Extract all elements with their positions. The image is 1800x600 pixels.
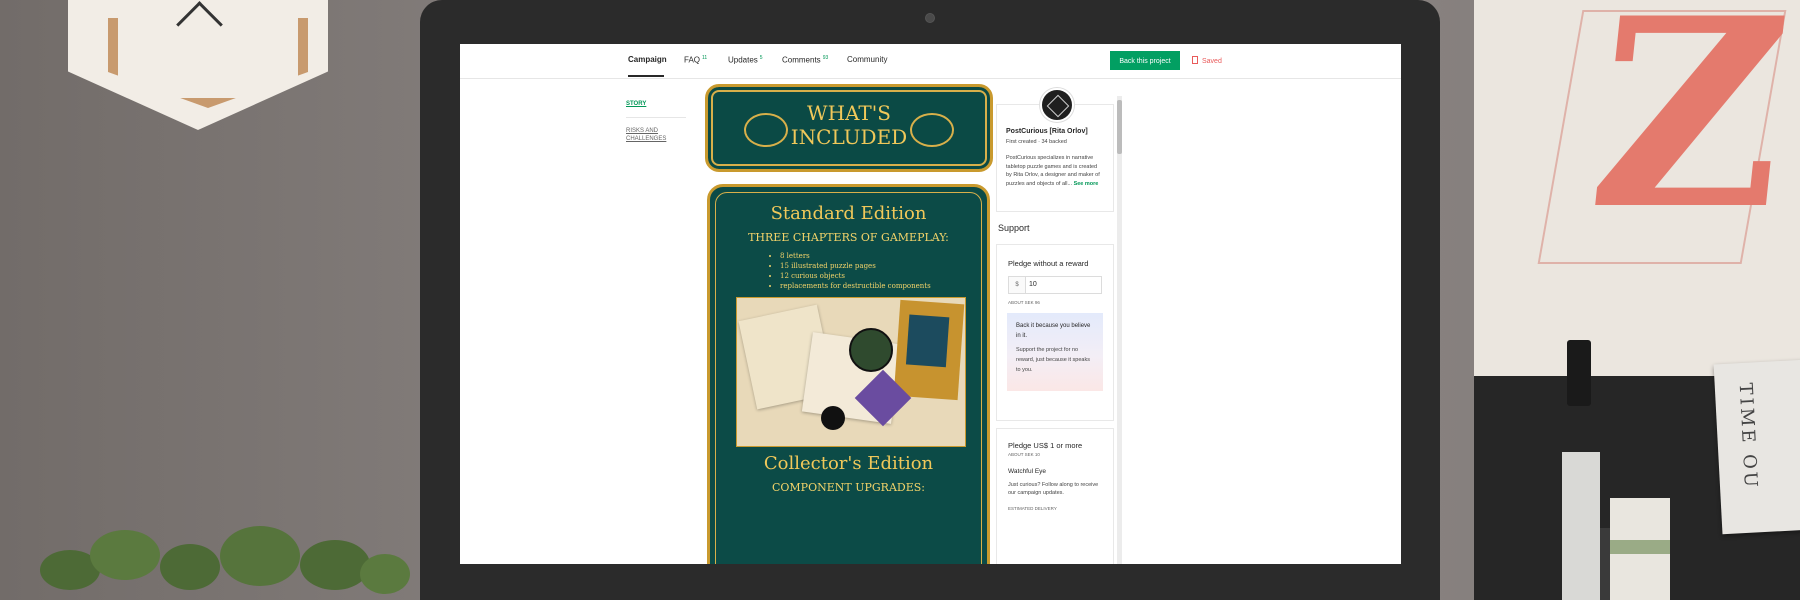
scrollbar-thumb[interactable] <box>1117 100 1122 154</box>
tab-label: Updates <box>728 55 758 65</box>
reward-tier-title: Pledge US$ 1 or more <box>1008 441 1083 450</box>
list-item: 8 letters <box>780 251 931 261</box>
currency-conversion: ABOUT SEK 96 <box>1008 300 1040 305</box>
banner-title-line: WHAT'S <box>807 101 891 125</box>
tab-faq[interactable]: FAQ 11 <box>684 55 707 65</box>
whats-included-banner: WHAT'S INCLUDED <box>705 84 993 172</box>
avatar[interactable] <box>1040 88 1074 122</box>
no-reward-info-title: Back it because you believe in it. <box>1016 323 1091 339</box>
gameplay-heading: THREE CHAPTERS OF GAMEPLAY: <box>748 231 949 244</box>
webcam <box>925 13 935 23</box>
tab-label: Comments <box>782 55 821 65</box>
tab-community[interactable]: Community <box>847 55 887 64</box>
no-reward-info: Back it because you believe in it. Suppo… <box>1007 313 1103 391</box>
tab-label: Community <box>847 55 888 64</box>
pledge-amount-input[interactable] <box>1029 279 1089 290</box>
standard-edition-title: Standard Edition <box>770 203 927 224</box>
reward-tier-delivery-label: ESTIMATED DELIVERY <box>1008 506 1057 511</box>
poster-letter-z: Z <box>1579 0 1800 267</box>
project-nav: Campaign FAQ 11 Updates 5 Comments 93 Commu… <box>460 44 1401 79</box>
tab-comments[interactable]: Comments 93 <box>782 55 828 65</box>
note-text: TIME OU <box>1734 382 1762 491</box>
tab-count-badge: 5 <box>759 55 763 61</box>
tab-label: Campaign <box>628 55 667 64</box>
support-heading: Support <box>998 223 1030 233</box>
creator-name[interactable]: PostCurious [Rita Orlov] <box>1006 128 1088 135</box>
tab-updates[interactable]: Updates 5 <box>728 55 763 65</box>
creator-stats: First created · 34 backed <box>1006 139 1067 145</box>
tab-campaign[interactable]: Campaign <box>628 55 667 64</box>
list-item: replacements for destructible components <box>780 281 931 291</box>
banner-title: WHAT'S INCLUDED <box>708 101 990 149</box>
sidebar-divider <box>626 117 686 118</box>
edition-card: Standard Edition THREE CHAPTERS OF GAMEP… <box>707 184 990 564</box>
active-tab-indicator <box>628 75 664 77</box>
shelf-book <box>1562 452 1600 600</box>
desk-plants <box>20 520 420 600</box>
list-item: 12 curious objects <box>780 271 931 281</box>
upgrades-heading: COMPONENT UPGRADES: <box>771 481 925 494</box>
no-reward-info-text: Support the project for no reward, just … <box>1016 347 1090 373</box>
sidebar-item-story[interactable]: STORY <box>626 101 646 107</box>
saved-label: Saved <box>1202 58 1222 65</box>
banner-title-line: INCLUDED <box>790 125 908 149</box>
game-components-photo <box>736 297 966 447</box>
tab-count-badge: 11 <box>702 55 708 61</box>
reward-tier-description: Just curious? Follow along to receive ou… <box>1008 482 1099 496</box>
tab-label: FAQ <box>684 55 701 65</box>
wall-note: TIME OU <box>1713 359 1800 535</box>
pledge-amount-field[interactable]: $ <box>1008 276 1102 294</box>
bookmark-icon <box>1192 56 1198 64</box>
sidebar-scrollbar[interactable] <box>1117 96 1122 564</box>
shelf-book <box>1610 498 1670 600</box>
list-item: 15 illustrated puzzle pages <box>780 261 931 271</box>
reward-tier-name: Watchful Eye <box>1008 468 1047 475</box>
saved-button[interactable]: Saved <box>1192 56 1222 65</box>
creator-bio: PostCurious specializes in narrative tab… <box>1006 154 1102 188</box>
tab-count-badge: 93 <box>822 55 829 61</box>
gameplay-list: 8 letters 15 illustrated puzzle pages 12… <box>770 251 931 291</box>
currency-label: $ <box>1009 277 1026 293</box>
hanging-tag <box>1567 340 1591 406</box>
see-more-link[interactable]: See more <box>1074 181 1099 187</box>
browser-screen: Campaign FAQ 11 Updates 5 Comments 93 Commu… <box>460 44 1401 564</box>
reward-tier-conversion: ABOUT SEK 10 <box>1008 452 1040 457</box>
pledge-no-reward-title: Pledge without a reward <box>1008 259 1089 268</box>
collectors-edition-title: Collector's Edition <box>763 453 934 474</box>
back-project-button[interactable]: Back this project <box>1110 51 1180 70</box>
sidebar-item-risks[interactable]: RISKS AND CHALLENGES <box>626 127 686 143</box>
